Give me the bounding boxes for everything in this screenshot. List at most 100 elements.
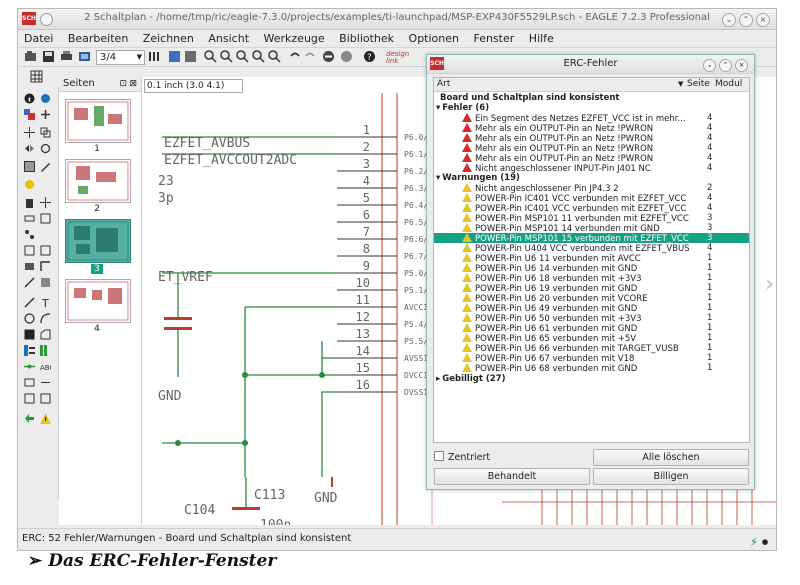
menu-ansicht[interactable]: Ansicht xyxy=(208,30,249,47)
stop-icon[interactable] xyxy=(322,50,335,63)
mark-icon[interactable] xyxy=(40,109,51,120)
warning-item[interactable]: Nicht angeschlossener Pin JP4.3 22 xyxy=(434,183,749,194)
attribute-icon[interactable] xyxy=(24,377,35,388)
arc-icon[interactable] xyxy=(40,313,51,324)
close-icon[interactable]: × xyxy=(756,13,770,27)
erc-warning-icon[interactable] xyxy=(40,413,51,424)
warning-item[interactable]: POWER-Pin U6 18 verbunden mit +3V3 1 xyxy=(434,273,749,284)
centered-checkbox[interactable] xyxy=(434,451,444,461)
frame-icon[interactable] xyxy=(24,393,35,404)
error-item[interactable]: Nicht angeschlossener INPUT-Pin J401 NC 4 xyxy=(434,163,749,174)
menu-hilfe[interactable]: Hilfe xyxy=(529,30,554,47)
dimension-icon[interactable] xyxy=(40,377,51,388)
warning-item[interactable]: POWER-Pin MSP101 14 verbunden mit GND 3 xyxy=(434,223,749,234)
replace-icon[interactable] xyxy=(40,213,51,224)
error-item[interactable]: Mehr als ein OUTPUT-Pin an Netz !PWRON 4 xyxy=(434,153,749,164)
page-thumbnail-4[interactable] xyxy=(65,279,131,323)
polygon-icon[interactable] xyxy=(40,329,51,340)
close-icon[interactable]: × xyxy=(735,59,748,72)
menu-bibliothek[interactable]: Bibliothek xyxy=(339,30,394,47)
rotate-icon[interactable] xyxy=(40,143,51,154)
menu-werkzeuge[interactable]: Werkzeuge xyxy=(264,30,325,47)
approve-button[interactable]: Billigen xyxy=(593,468,749,485)
page-thumbnail-2[interactable] xyxy=(65,159,131,203)
port-icon[interactable] xyxy=(40,393,51,404)
warning-item-selected[interactable]: POWER-Pin MSP101 15 verbunden mit EZFET_… xyxy=(434,233,749,244)
undo-icon[interactable] xyxy=(288,50,301,63)
status-go-icon[interactable]: ⚡ xyxy=(750,535,758,549)
print-icon[interactable] xyxy=(60,50,73,63)
board-icon[interactable] xyxy=(184,50,197,63)
zoom-out-icon[interactable] xyxy=(236,50,249,63)
sheet-select[interactable]: 3/4 ▼ xyxy=(96,50,145,65)
name-icon[interactable] xyxy=(24,245,35,256)
error-item[interactable]: Ein Segment des Netzes EZFET_VCC ist in … xyxy=(434,113,749,124)
approved-group[interactable]: ▸ Gebilligt (27) xyxy=(434,374,749,384)
wire-icon[interactable] xyxy=(24,297,35,308)
sch-icon[interactable] xyxy=(168,50,181,63)
bus-icon[interactable] xyxy=(24,345,35,356)
smash-icon[interactable] xyxy=(24,261,35,272)
add-icon[interactable] xyxy=(40,197,51,208)
warning-item[interactable]: POWER-Pin U6 20 verbunden mit VCORE 1 xyxy=(434,293,749,304)
save-icon[interactable] xyxy=(42,50,55,63)
column-seite[interactable]: Seite xyxy=(687,78,710,91)
handled-button[interactable]: Behandelt xyxy=(434,468,590,485)
erc-tree[interactable]: Art ▼ Seite Modul Board und Schaltplan s… xyxy=(433,77,750,443)
errors-group[interactable]: ▾ Fehler (6) xyxy=(434,103,749,113)
move-icon[interactable] xyxy=(24,127,35,138)
menu-fenster[interactable]: Fenster xyxy=(473,30,514,47)
go-icon[interactable] xyxy=(340,50,353,63)
page-thumbnail-3-selected[interactable] xyxy=(65,219,131,263)
maximize-icon[interactable]: ⌃ xyxy=(719,59,732,72)
warning-item[interactable]: POWER-Pin U6 49 verbunden mit GND 1 xyxy=(434,303,749,314)
miter-icon[interactable] xyxy=(40,261,51,272)
error-item[interactable]: Mehr als ein OUTPUT-Pin an Netz !PWRON 4 xyxy=(434,143,749,154)
gateswap-icon[interactable] xyxy=(24,229,35,240)
column-art[interactable]: Art xyxy=(437,78,450,91)
minimize-icon[interactable]: ⌄ xyxy=(703,59,716,72)
label-icon[interactable]: ABC xyxy=(40,361,51,372)
paste-icon[interactable] xyxy=(24,179,35,190)
sort-chevron-icon[interactable]: ▼ xyxy=(678,78,683,91)
show-icon[interactable] xyxy=(40,93,51,104)
text-icon[interactable]: T xyxy=(40,297,51,308)
warning-item[interactable]: POWER-Pin U6 61 verbunden mit GND 1 xyxy=(434,323,749,334)
expand-icon[interactable]: ▸ xyxy=(436,374,440,384)
redo-icon[interactable] xyxy=(304,50,317,63)
delete-icon[interactable] xyxy=(24,197,35,208)
float-panel-icon[interactable]: ⊡ xyxy=(119,77,127,91)
display-icon[interactable] xyxy=(24,109,35,120)
warning-item[interactable]: POWER-Pin U6 67 verbunden mit V18 1 xyxy=(434,353,749,364)
copy-icon[interactable] xyxy=(40,127,51,138)
zoom-redraw-icon[interactable] xyxy=(252,50,265,63)
warning-item[interactable]: POWER-Pin MSP101 11 verbunden mit EZFET_… xyxy=(434,213,749,224)
maximize-icon[interactable]: ⌃ xyxy=(739,13,753,27)
run-ulp-icon[interactable] xyxy=(24,413,35,424)
error-item[interactable]: Mehr als ein OUTPUT-Pin an Netz !PWRON 4 xyxy=(434,133,749,144)
menu-zeichnen[interactable]: Zeichnen xyxy=(143,30,194,47)
warning-item[interactable]: POWER-Pin U6 14 verbunden mit GND 1 xyxy=(434,263,749,274)
rect-icon[interactable] xyxy=(24,329,35,340)
page-thumbnail-1[interactable] xyxy=(65,99,131,143)
warning-item[interactable]: POWER-Pin U6 66 verbunden mit TARGET_VUS… xyxy=(434,343,749,354)
invoke-icon[interactable] xyxy=(40,277,51,288)
info-icon[interactable] xyxy=(24,93,35,104)
open-icon[interactable] xyxy=(24,50,37,63)
scroll-right-icon[interactable]: › xyxy=(765,272,774,297)
menu-bearbeiten[interactable]: Bearbeiten xyxy=(68,30,128,47)
warning-item[interactable]: POWER-Pin U6 68 verbunden mit GND 1 xyxy=(434,363,749,374)
grid-icon[interactable] xyxy=(30,70,43,83)
collapse-icon[interactable]: ▾ xyxy=(436,173,440,183)
warning-item[interactable]: POWER-Pin IC401 VCC verbunden mit EZFET_… xyxy=(434,203,749,214)
delete-all-button[interactable]: Alle löschen xyxy=(593,449,749,466)
warning-item[interactable]: POWER-Pin U6 50 verbunden mit +3V3 1 xyxy=(434,313,749,324)
close-panel-icon[interactable]: ⊠ xyxy=(129,77,137,91)
menu-optionen[interactable]: Optionen xyxy=(409,30,459,47)
warning-item[interactable]: POWER-Pin U404 VCC verbunden mit EZFET_V… xyxy=(434,243,749,254)
layer-icon[interactable] xyxy=(148,50,161,63)
zoom-fit-icon[interactable] xyxy=(204,50,217,63)
design-link-logo[interactable]: design link xyxy=(386,51,422,65)
column-modul[interactable]: Modul xyxy=(715,78,742,91)
help-icon[interactable]: ? xyxy=(363,50,376,63)
